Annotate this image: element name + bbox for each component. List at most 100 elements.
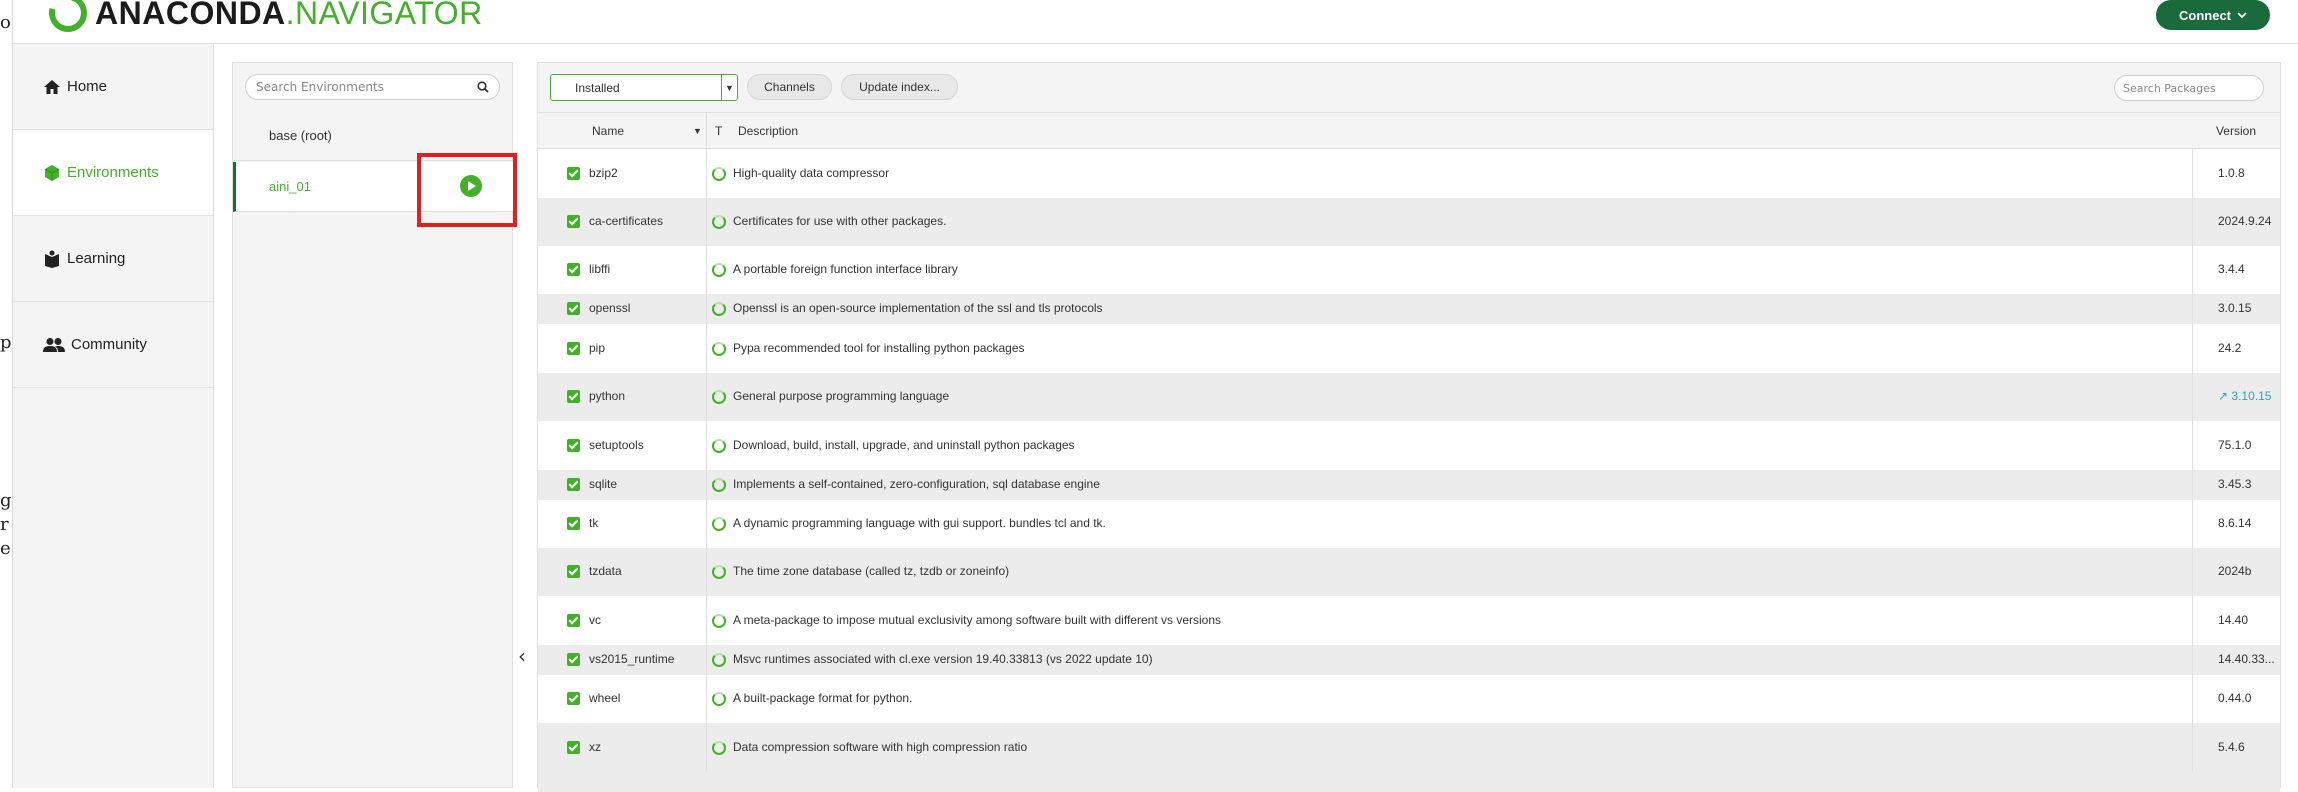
installed-checkbox-icon[interactable]	[567, 614, 580, 627]
peek-char: p	[0, 332, 12, 353]
table-row[interactable]: vs2015_runtime Msvc runtimes associated w…	[538, 645, 2280, 675]
installed-checkbox-icon[interactable]	[567, 478, 580, 491]
package-description: A meta-package to impose mutual exclusiv…	[733, 613, 1222, 627]
package-version: 5.4.6	[2218, 740, 2245, 754]
package-name: libffi	[589, 262, 611, 276]
packages-toolbar: Installed ▼ Channels Update index... Sea…	[538, 63, 2280, 113]
package-name: xz	[589, 740, 601, 754]
main-sidebar: Home Environments Learning Community	[13, 44, 214, 788]
table-row[interactable]: vc A meta-package to impose mutual exclus…	[538, 596, 2280, 645]
table-row[interactable]: wheel A built-package format for python. 0…	[538, 675, 2280, 723]
app-header: ANACONDA.NAVIGATOR Connect	[13, 0, 2298, 44]
installed-checkbox-icon[interactable]	[567, 565, 580, 578]
table-row[interactable]: tk A dynamic programming language with gu…	[538, 500, 2280, 548]
table-row[interactable]: python General purpose programming langua…	[538, 373, 2280, 421]
installed-checkbox-icon[interactable]	[567, 439, 580, 452]
peek-char: o	[0, 12, 11, 33]
package-version: 2024b	[2218, 564, 2252, 578]
chevron-down-icon[interactable]: ▼	[721, 75, 737, 100]
table-row[interactable]: setuptools Download, build, install, upgr…	[538, 421, 2280, 470]
update-index-button[interactable]: Update index...	[841, 74, 958, 100]
column-header-version[interactable]: Version	[2216, 124, 2274, 138]
installed-checkbox-icon[interactable]	[567, 215, 580, 228]
table-row[interactable]: xz Data compression software with high co…	[538, 723, 2280, 772]
column-header-type[interactable]: T	[715, 124, 722, 138]
table-row[interactable]: bzip2 High-quality data compressor 1.0.8	[538, 149, 2280, 198]
package-version[interactable]: ↗ 3.10.15	[2218, 389, 2271, 403]
table-row[interactable]: sqlite Implements a self-contained, zero-…	[538, 470, 2280, 500]
environment-name: aini_01	[269, 179, 311, 194]
logo-main-text: ANACONDA	[95, 0, 286, 31]
connect-label: Connect	[2179, 7, 2231, 23]
home-icon	[44, 79, 60, 94]
table-row[interactable]: ca-certificates Certificates for use with…	[538, 198, 2280, 246]
environment-search-input[interactable]: Search Environments	[245, 74, 500, 100]
sidebar-item-learning[interactable]: Learning	[13, 216, 213, 302]
status-spinner-icon	[712, 167, 726, 181]
installed-checkbox-icon[interactable]	[567, 302, 580, 315]
package-name: python	[589, 389, 626, 403]
status-spinner-icon	[712, 263, 726, 277]
sidebar-item-home[interactable]: Home	[13, 44, 213, 130]
installed-checkbox-icon[interactable]	[567, 517, 580, 530]
package-description: High-quality data compressor	[733, 166, 890, 180]
table-row[interactable]: openssl Openssl is an open-source impleme…	[538, 294, 2280, 324]
play-icon[interactable]	[460, 175, 482, 197]
package-filter-value: Installed	[575, 80, 620, 95]
table-row[interactable]: pip Pypa recommended tool for installing …	[538, 324, 2280, 373]
installed-checkbox-icon[interactable]	[567, 263, 580, 276]
table-row[interactable]	[538, 772, 2280, 792]
anaconda-ring-icon	[42, 0, 94, 39]
search-icon[interactable]	[477, 81, 489, 93]
package-name: wheel	[589, 691, 621, 705]
package-version: 14.40.33...	[2218, 652, 2275, 666]
package-description: A built-package format for python.	[733, 691, 913, 705]
cube-icon	[44, 164, 60, 181]
channels-button[interactable]: Channels	[747, 74, 832, 100]
column-header-name[interactable]: Name	[592, 124, 624, 138]
logo-sub-text: NAVIGATOR	[295, 0, 483, 31]
installed-checkbox-icon[interactable]	[567, 342, 580, 355]
installed-checkbox-icon[interactable]	[567, 390, 580, 403]
status-spinner-icon	[712, 653, 726, 667]
package-version: 2024.9.24	[2218, 214, 2272, 228]
sort-chevron-icon[interactable]: ▼	[693, 126, 702, 136]
packages-table: Name ▼ T Description Version bzip2 High-q…	[538, 113, 2280, 792]
package-name: tk	[589, 516, 599, 530]
package-name: openssl	[589, 301, 631, 315]
installed-checkbox-icon[interactable]	[567, 741, 580, 754]
installed-checkbox-icon[interactable]	[567, 167, 580, 180]
package-description: General purpose programming language	[733, 389, 950, 403]
package-version: 3.4.4	[2218, 262, 2245, 276]
package-description: Download, build, install, upgrade, and u…	[733, 438, 1075, 452]
package-description: Msvc runtimes associated with cl.exe ver…	[733, 652, 1153, 666]
anaconda-logo: ANACONDA.NAVIGATOR	[42, 0, 483, 39]
package-name: vc	[589, 613, 601, 627]
table-row[interactable]: libffi A portable foreign function interf…	[538, 246, 2280, 294]
column-header-description[interactable]: Description	[738, 124, 798, 138]
installed-checkbox-icon[interactable]	[567, 692, 580, 705]
background-window-strip: o p g r e	[0, 0, 13, 788]
upgrade-arrow-icon: ↗	[2218, 389, 2232, 403]
table-row[interactable]: tzdata The time zone database (called tz,…	[538, 548, 2280, 596]
sidebar-item-label: Learning	[67, 250, 126, 267]
connect-button[interactable]: Connect	[2156, 0, 2270, 30]
package-search-input[interactable]: Search Packages	[2114, 75, 2264, 101]
package-name: ca-certificates	[589, 214, 664, 228]
package-description: Openssl is an open-source implementation…	[733, 301, 1103, 315]
package-search-placeholder: Search Packages	[2123, 81, 2216, 95]
sidebar-item-community[interactable]: Community	[13, 302, 213, 388]
book-icon	[45, 250, 59, 268]
status-spinner-icon	[712, 614, 726, 628]
sidebar-item-environments[interactable]: Environments	[13, 130, 213, 216]
status-spinner-icon	[712, 390, 726, 404]
package-version: 3.0.15	[2218, 301, 2252, 315]
status-spinner-icon	[712, 342, 726, 356]
package-name: vs2015_runtime	[589, 652, 675, 666]
package-filter-select[interactable]: Installed ▼	[550, 74, 738, 101]
sidebar-item-label: Community	[71, 336, 147, 353]
chevron-down-icon	[2237, 12, 2247, 19]
installed-checkbox-icon[interactable]	[567, 653, 580, 666]
package-version: 0.44.0	[2218, 691, 2252, 705]
collapse-panel-chevron-icon[interactable]: ‹	[518, 644, 526, 668]
